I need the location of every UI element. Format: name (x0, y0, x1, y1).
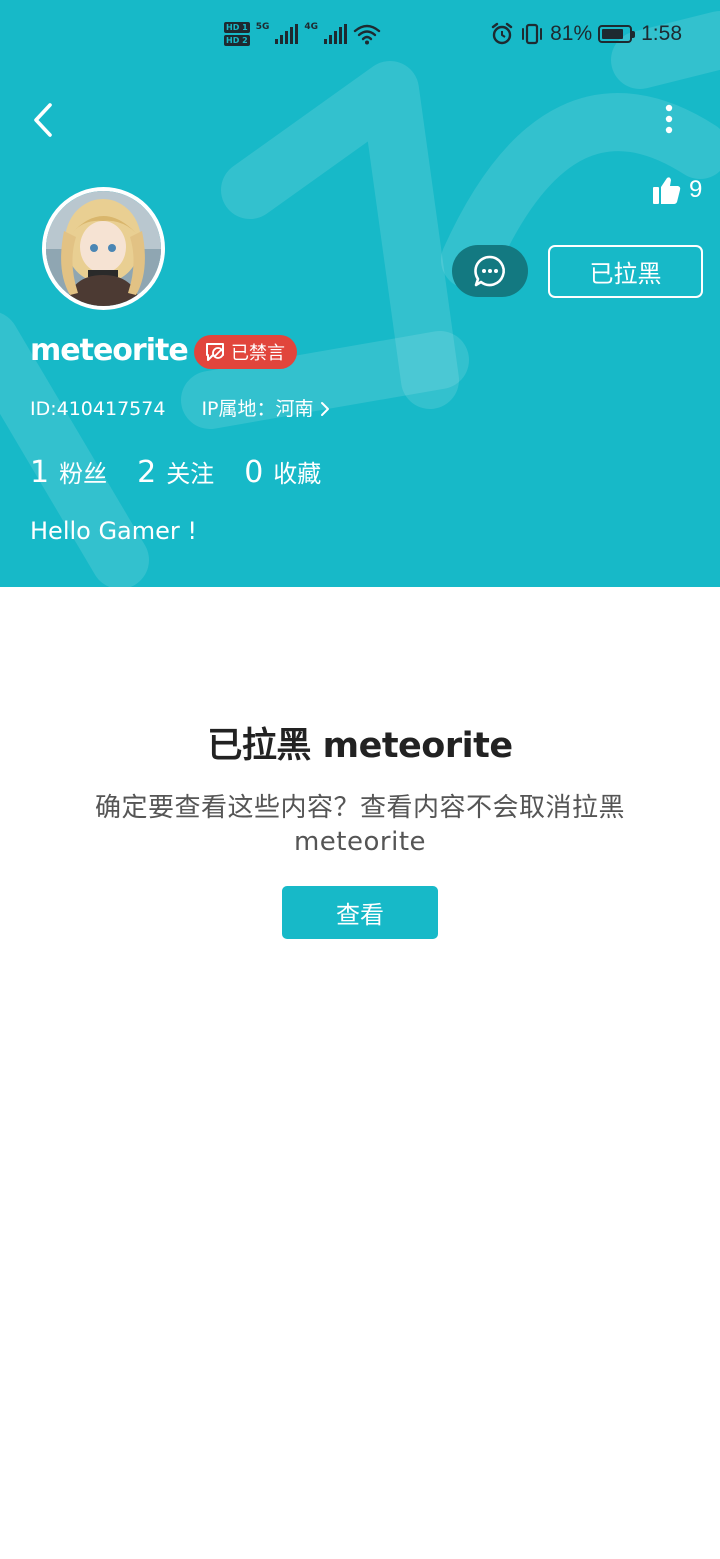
more-vertical-icon[interactable] (654, 100, 684, 140)
signal-icon (324, 24, 347, 44)
wifi-icon (353, 24, 381, 45)
hd1-badge: HD 1 (224, 22, 250, 33)
blocked-button[interactable]: 已拉黑 (548, 245, 703, 298)
stat-label: 关注 (166, 460, 215, 488)
likes-counter[interactable]: 9 (652, 175, 702, 205)
vibrate-icon (522, 23, 543, 45)
ip-location[interactable]: IP属地：河南 (201, 396, 329, 422)
battery-percent: 81% (550, 22, 593, 45)
network-type-1: 5G (255, 22, 270, 32)
profile-header: HD 1 HD 2 5G 4G 81% 1:58 9 已拉黑 meteorite… (0, 0, 720, 587)
chat-button[interactable] (452, 245, 528, 297)
id-line: ID:410417574 IP属地：河南 (30, 396, 330, 422)
blocked-description: 确定要查看这些内容？查看内容不会取消拉黑 meteorite (94, 793, 625, 857)
username: meteorite (30, 333, 189, 368)
mute-badge-label: 已禁言 (231, 343, 285, 364)
ip-location-text: IP属地：河南 (201, 398, 314, 420)
stat-count: 0 (244, 455, 264, 490)
chat-bubble-icon (474, 255, 505, 287)
hd-badges: HD 1 HD 2 (224, 22, 250, 46)
blocked-title: 已拉黑 meteorite (207, 726, 513, 766)
back-arrow-icon[interactable] (26, 100, 60, 140)
stat-label: 收藏 (273, 460, 322, 488)
mute-badge: 已禁言 (194, 335, 297, 369)
stat-count: 2 (137, 455, 157, 490)
status-bar: HD 1 HD 2 5G 4G 81% 1:58 (0, 18, 720, 62)
muted-chat-icon (206, 343, 224, 361)
user-id: ID:410417574 (30, 398, 166, 420)
alarm-icon (491, 22, 513, 45)
likes-count: 9 (689, 176, 703, 203)
thumbs-up-icon (653, 177, 681, 204)
avatar-image (46, 191, 161, 306)
hd2-badge: HD 2 (224, 35, 250, 46)
stat-label: 粉丝 (59, 460, 108, 488)
battery-icon (598, 25, 636, 43)
stat-count: 1 (30, 455, 50, 490)
view-content-button[interactable]: 查看 (282, 886, 438, 939)
stat-following[interactable]: 2 关注 (137, 454, 214, 493)
network-type-2: 4G (304, 22, 318, 32)
bio: Hello Gamer ! (30, 517, 198, 545)
stats-row: 1 粉丝 2 关注 0 收藏 (30, 454, 351, 493)
clock-time: 1:58 (641, 22, 682, 45)
stat-followers[interactable]: 1 粉丝 (30, 454, 107, 493)
chevron-right-icon (320, 402, 329, 416)
signal-icon (275, 24, 299, 44)
stat-favorites[interactable]: 0 收藏 (244, 454, 321, 493)
avatar[interactable] (42, 187, 165, 310)
